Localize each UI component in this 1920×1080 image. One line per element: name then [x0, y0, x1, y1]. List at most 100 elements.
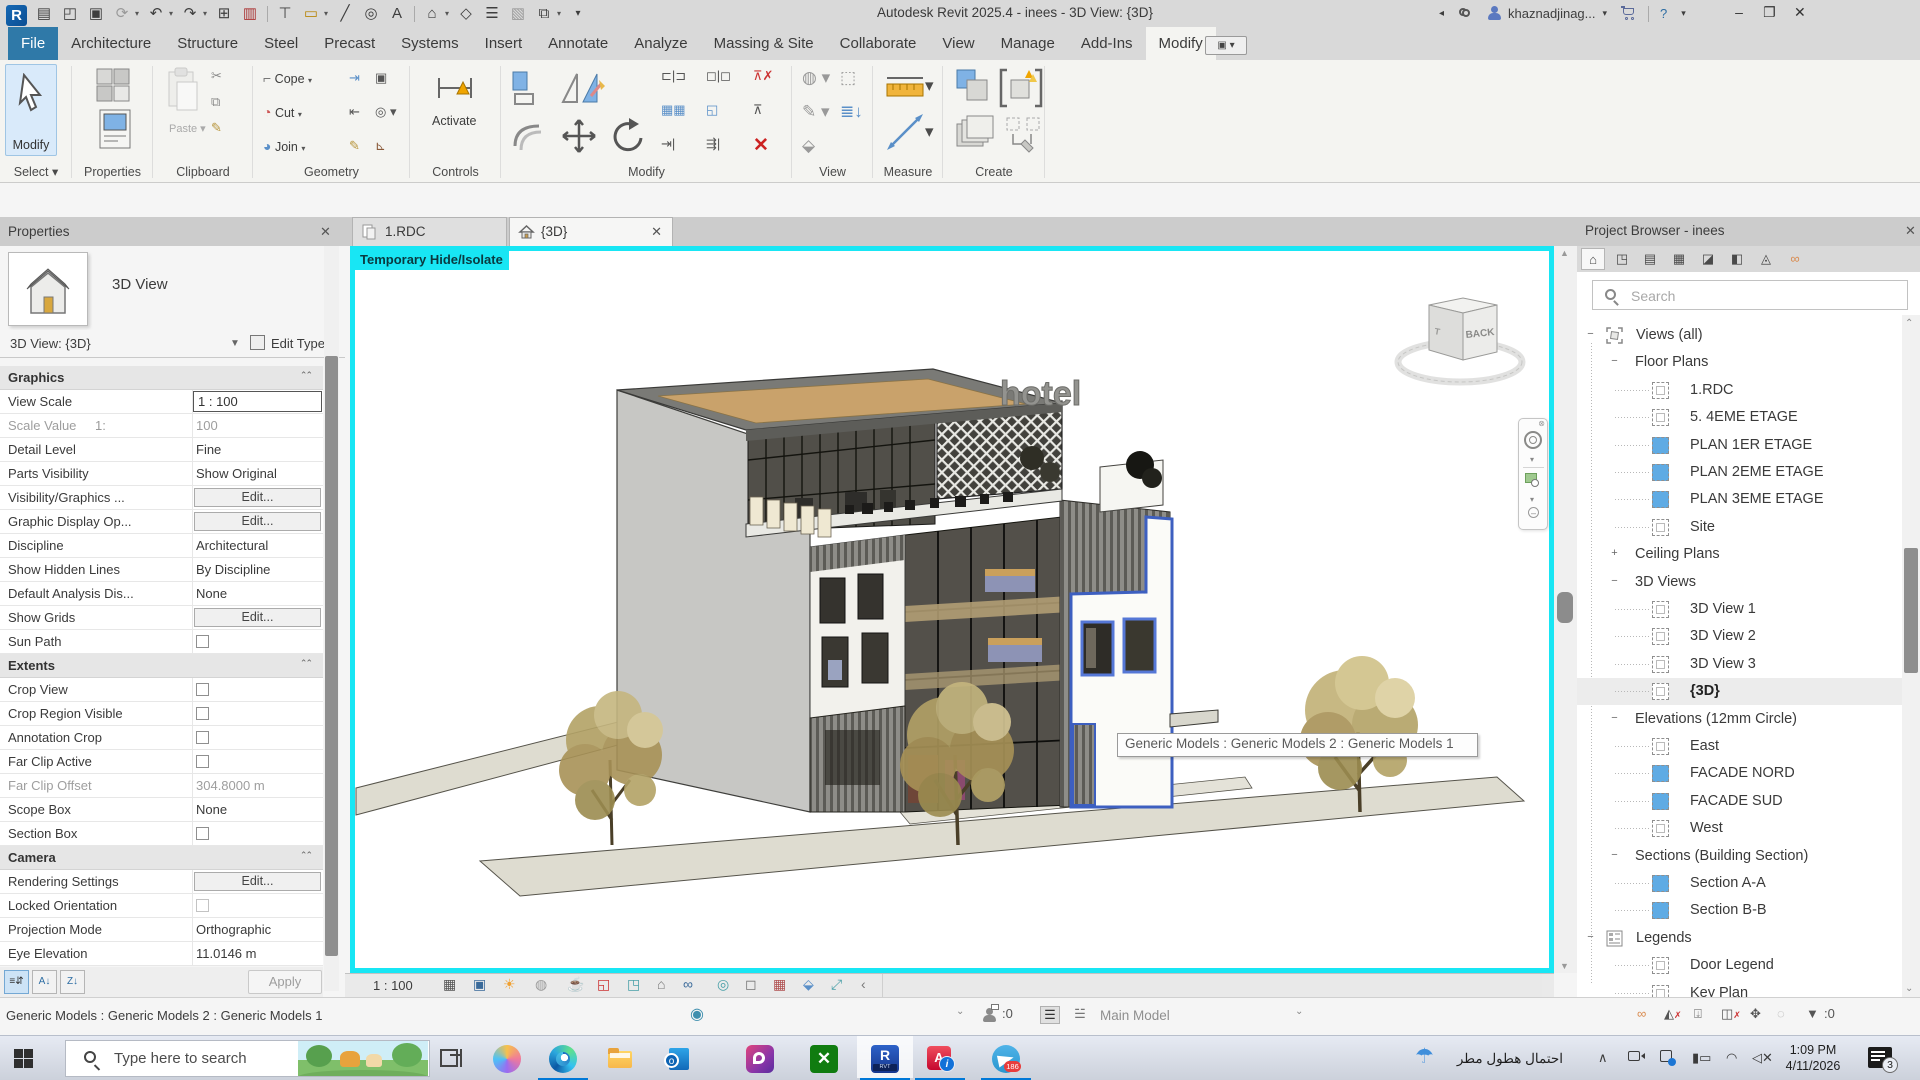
wifi-icon[interactable]: ◠ — [1726, 1050, 1737, 1066]
delete-icon[interactable]: ✕ — [753, 134, 769, 157]
user-dropdown-icon[interactable]: ▾ — [1602, 8, 1607, 19]
measure-dropdown[interactable]: ▾ — [925, 76, 934, 96]
tree-item-views-all-[interactable]: − Views (all) — [1577, 322, 1902, 349]
family-filter-icon[interactable]: ◬ — [1754, 248, 1778, 270]
mirror-icon[interactable] — [557, 66, 605, 110]
cope-button[interactable]: ⌐ Cope ▾ — [263, 70, 312, 86]
split-icon[interactable]: ⊏|⊐ — [661, 68, 686, 84]
start-button[interactable] — [14, 1049, 33, 1068]
edit-button[interactable]: Edit... — [194, 488, 321, 507]
tree-item-section-b-b[interactable]: Section B-B — [1577, 897, 1902, 924]
ribbon-panel-label[interactable]: Controls — [410, 165, 501, 179]
array-icon[interactable]: ▦▦ — [661, 102, 686, 118]
property-value[interactable]: None — [196, 802, 227, 817]
list-filter-icon[interactable]: ▤ — [1638, 248, 1662, 270]
store-cart-icon[interactable] — [1621, 6, 1637, 21]
tree-item-label[interactable]: Ceiling Plans — [1635, 546, 1720, 562]
scale-icon[interactable]: ◱ — [706, 102, 718, 118]
tree-item-label[interactable]: 3D View 2 — [1690, 628, 1756, 644]
customize-qat-icon[interactable]: ▾ — [565, 0, 591, 27]
tree-item-label[interactable]: Sections (Building Section) — [1635, 848, 1808, 864]
help-icon[interactable]: ? — [1660, 6, 1667, 21]
canvas-vscrollbar[interactable]: ▲ ▼ — [1554, 246, 1577, 973]
sun-path-icon[interactable]: ◍ — [535, 976, 547, 993]
tree-item-label[interactable]: 3D View 1 — [1690, 601, 1756, 617]
weather-widget[interactable]: ☂ احتمال هطول مطر — [1415, 1044, 1575, 1074]
isolate-icon[interactable]: ◻ — [745, 976, 757, 993]
sort-za-button[interactable]: Z↓ — [60, 970, 85, 994]
tree-item-label[interactable]: 5. 4EME ETAGE — [1690, 409, 1798, 425]
tree-item-legends[interactable]: −Legends — [1577, 925, 1902, 952]
tray-expand-icon[interactable]: ∧ — [1598, 1050, 1608, 1066]
project-browser-scrollbar[interactable]: ⌃ ⌄ — [1902, 315, 1920, 997]
shadows-icon[interactable]: ☀ — [503, 976, 516, 993]
activate-dimensions-icon[interactable] — [435, 68, 475, 108]
tree-item-3d-views[interactable]: −3D Views — [1577, 569, 1902, 596]
ribbon-panel-label[interactable]: Geometry — [253, 165, 410, 179]
tree-expander[interactable]: + — [1609, 548, 1620, 559]
measure-icon[interactable] — [885, 68, 925, 104]
search-icon[interactable] — [1458, 6, 1474, 22]
zoom-filter-icon[interactable]: ◳ — [1610, 248, 1634, 270]
reveal-constraints-icon[interactable]: ⌂ — [657, 976, 665, 992]
tree-item-label[interactable]: FACADE SUD — [1690, 793, 1783, 809]
type-preview[interactable] — [8, 252, 88, 326]
temporary-hide-isolate-banner[interactable]: Temporary Hide/Isolate — [355, 251, 509, 270]
tree-item-1-rdc[interactable]: 1.RDC — [1577, 377, 1902, 404]
offset-icon[interactable]: ⇤ — [349, 104, 360, 120]
navbar-close-icon[interactable]: ⊗ — [1538, 419, 1545, 428]
tree-expander[interactable]: − — [1585, 329, 1596, 340]
wall-offset-icon[interactable]: ▣ — [375, 70, 387, 86]
tree-item-label[interactable]: 1.RDC — [1690, 382, 1734, 398]
tag-icon[interactable]: ◎ — [358, 0, 384, 27]
navbar-collapse-icon[interactable]: – — [1528, 507, 1539, 518]
worksharing-icon[interactable]: ◉ — [690, 1004, 704, 1024]
ribbon-tab-massing-site[interactable]: Massing & Site — [701, 27, 827, 60]
dimension-dropdown[interactable]: ▾ — [925, 122, 934, 142]
wheel-dropdown-icon[interactable]: ▾ — [1530, 455, 1534, 464]
demolish-icon[interactable]: ⊾ — [375, 138, 386, 154]
dimension-icon[interactable]: ⊤ — [272, 0, 298, 27]
ribbon-tab-add-ins[interactable]: Add-Ins — [1068, 27, 1146, 60]
file-properties-icon[interactable]: ▤ — [31, 0, 57, 27]
tree-expander[interactable]: − — [1609, 850, 1620, 861]
match-type-icon[interactable]: ✎ — [211, 120, 222, 136]
tag-filter-icon[interactable]: ◪ — [1696, 248, 1720, 270]
tree-item-plan-1er-etage[interactable]: PLAN 1ER ETAGE — [1577, 432, 1902, 459]
crop-off-icon[interactable]: ◱ — [597, 976, 610, 993]
tree-item-label[interactable]: Site — [1690, 519, 1715, 535]
ribbon-minimize-toggle[interactable]: ▣ ▾ — [1205, 36, 1247, 55]
property-checkbox[interactable] — [196, 755, 209, 768]
selector-dropdown-icon[interactable]: ▼ — [230, 338, 240, 349]
temporary-hide-icon[interactable]: ◎ — [717, 976, 729, 993]
collapse-icon[interactable]: ‹ — [861, 976, 866, 992]
join-button[interactable]: ◕ Join ▾ — [263, 138, 305, 154]
ribbon-panel-label[interactable]: Create — [943, 165, 1045, 179]
save-icon[interactable]: ▣ — [83, 0, 109, 27]
aligned-dim-icon[interactable]: ╱ — [332, 0, 358, 27]
paint-icon[interactable]: ✎ — [349, 138, 360, 154]
tree-item-label[interactable]: FACADE NORD — [1690, 765, 1795, 781]
property-checkbox[interactable] — [196, 899, 209, 912]
taskbar-app-copilot[interactable] — [493, 1045, 521, 1073]
scale-icon2[interactable]: ▦ — [443, 976, 456, 993]
text-icon[interactable]: A — [384, 0, 410, 27]
tree-item-label[interactable]: Views (all) — [1636, 327, 1703, 343]
split-gap-icon[interactable]: ◻|◻ — [706, 68, 731, 84]
ribbon-tab-analyze[interactable]: Analyze — [621, 27, 700, 60]
tray-camera-icon[interactable] — [1628, 1050, 1646, 1064]
tray-sync-icon[interactable] — [1660, 1050, 1678, 1066]
tree-item-east[interactable]: East — [1577, 733, 1902, 760]
views-filter-icon[interactable]: ⌂ — [1581, 248, 1605, 270]
search-highlight-image[interactable] — [298, 1041, 428, 1076]
switch-windows-icon[interactable]: ⧉ — [531, 0, 557, 27]
undo-icon[interactable]: ↶ — [143, 0, 169, 27]
tree-item-label[interactable]: West — [1690, 820, 1723, 836]
ribbon-panel-label[interactable]: Clipboard — [153, 165, 253, 179]
copy-icon[interactable]: ⧉ — [211, 94, 220, 110]
property-checkbox[interactable] — [196, 731, 209, 744]
ribbon-tab-insert[interactable]: Insert — [472, 27, 536, 60]
create-similar-icon[interactable] — [999, 66, 1043, 110]
tree-item-facade-nord[interactable]: FACADE NORD — [1577, 760, 1902, 787]
taskbar-app-xbox[interactable]: ✕ — [810, 1045, 838, 1073]
